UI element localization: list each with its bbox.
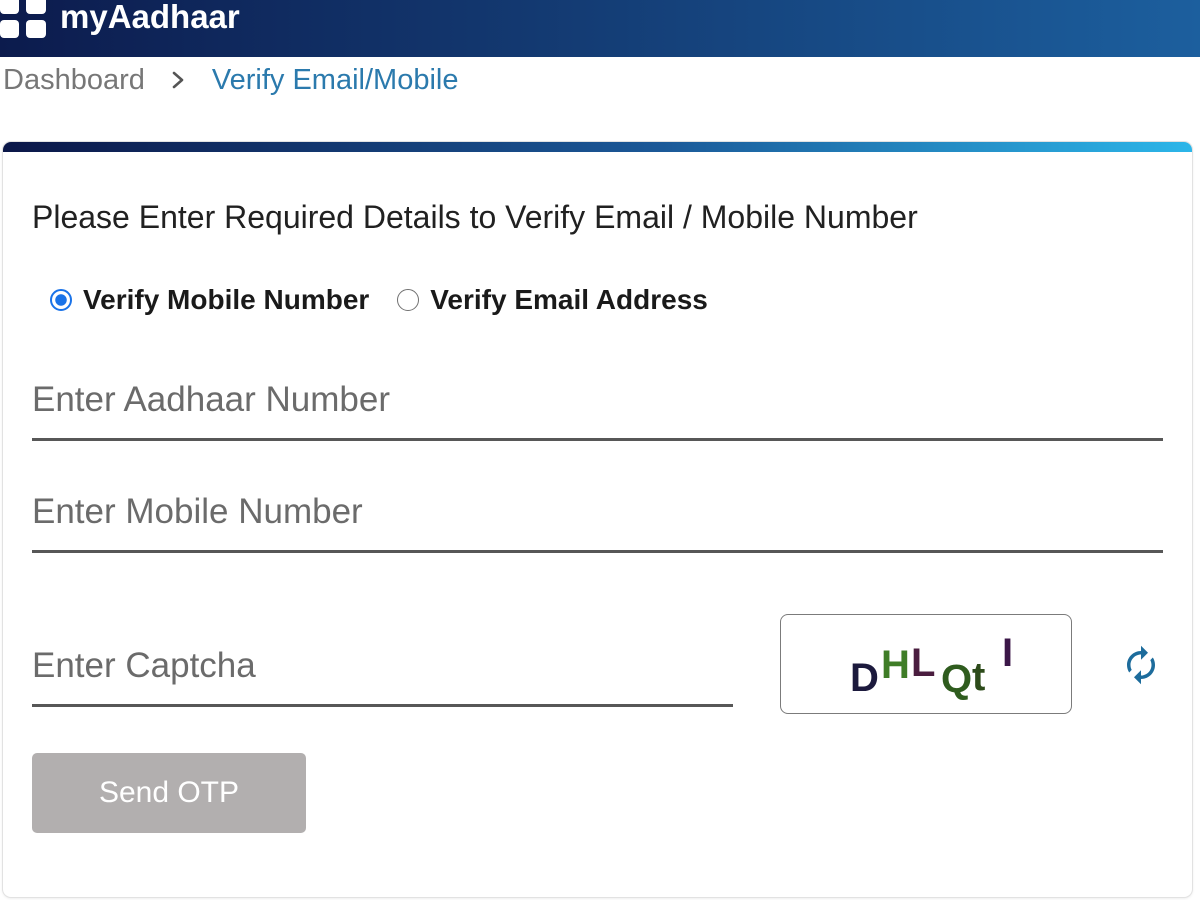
verify-type-radio-group: Verify Mobile Number Verify Email Addres… [50,282,708,318]
refresh-icon [1127,645,1155,685]
captcha-char: D [850,656,879,700]
send-otp-button[interactable]: Send OTP [32,753,306,833]
verify-email-label: Verify Email Address [430,284,708,315]
aadhaar-number-input[interactable] [32,371,1163,441]
app-grid-icon [0,0,46,38]
verify-mobile-radio[interactable] [50,289,72,311]
verify-form-card: Please Enter Required Details to Verify … [3,142,1192,897]
captcha-char: I [1002,631,1014,675]
captcha-char: Q [941,657,973,701]
captcha-char: L [911,641,936,685]
breadcrumb-item-current: Verify Email/Mobile [211,63,459,96]
verify-email-radio[interactable] [397,289,420,311]
refresh-captcha-button[interactable] [1120,644,1162,686]
form-heading: Please Enter Required Details to Verify … [32,199,918,235]
card-accent-bar [3,142,1192,152]
captcha-input[interactable] [32,637,733,707]
breadcrumb: Dashboard Verify Email/Mobile [3,62,458,98]
top-header: myAadhaar [0,0,1200,57]
mobile-number-input[interactable] [32,483,1163,553]
chevron-right-icon [172,71,184,89]
brand-title: myAadhaar [60,0,240,35]
verify-email-option[interactable]: Verify Email Address [397,282,708,318]
captcha-char: H [881,643,910,687]
brand-home-link[interactable]: myAadhaar [0,0,260,57]
verify-mobile-option[interactable]: Verify Mobile Number [50,282,369,318]
captcha-image: D H L Q t I [780,614,1072,714]
breadcrumb-item-dashboard[interactable]: Dashboard [3,64,145,97]
verify-mobile-label: Verify Mobile Number [83,284,370,315]
captcha-char: t [972,655,986,699]
